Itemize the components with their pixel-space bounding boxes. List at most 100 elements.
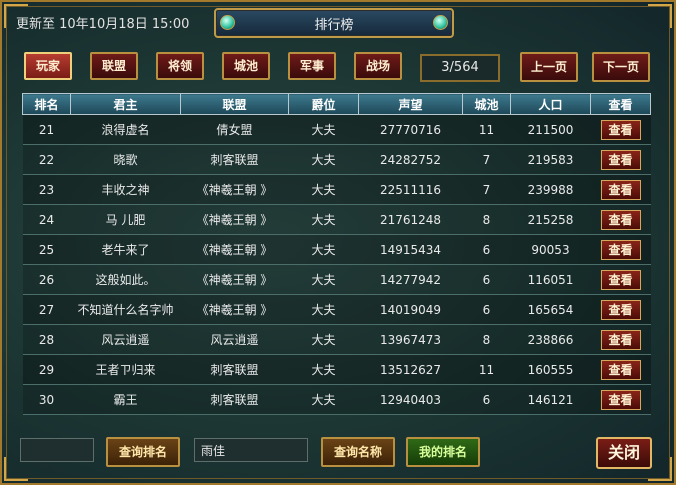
title-cell: 大夫 (288, 234, 359, 265)
jade-gem-icon (433, 15, 448, 30)
view-button[interactable]: 查看 (600, 329, 641, 350)
alliance-cell: 倩女盟 (180, 114, 289, 145)
table-row: 30 霸王 刺客联盟 大夫 12940403 6 146121 查看 (22, 384, 651, 415)
view-button[interactable]: 查看 (600, 179, 641, 200)
next-page-button[interactable]: 下一页 (592, 52, 650, 82)
title-cell: 大夫 (288, 384, 359, 415)
tab-generals[interactable]: 将领 (156, 52, 204, 80)
prestige-cell: 14277942 (358, 264, 463, 295)
prestige-cell: 24282752 (358, 144, 463, 175)
column-header-population: 人口 (510, 93, 591, 115)
rank-cell: 26 (22, 264, 71, 295)
view-cell: 查看 (590, 324, 651, 355)
update-time-label: 更新至 10年10月18日 15:00 (16, 17, 190, 32)
tab-battlefield[interactable]: 战场 (354, 52, 402, 80)
column-header-view: 查看 (590, 93, 651, 115)
table-row: 21 浪得虚名 倩女盟 大夫 27770716 11 211500 查看 (22, 114, 651, 145)
cities-cell: 7 (462, 174, 511, 205)
column-header-rank: 排名 (22, 93, 71, 115)
population-cell: 165654 (510, 294, 591, 325)
lord-cell: 王者ㄗ归来 (70, 354, 181, 385)
view-cell: 查看 (590, 354, 651, 385)
rank-cell: 29 (22, 354, 71, 385)
ranking-table: 排名 君主 联盟 爵位 声望 城池 人口 查看 21 浪得虚名 倩女盟 大夫 2… (22, 93, 651, 415)
alliance-cell: 《神羲王朝 》 (180, 174, 289, 205)
title-cell: 大夫 (288, 354, 359, 385)
title-cell: 大夫 (288, 324, 359, 355)
view-cell: 查看 (590, 144, 651, 175)
alliance-cell: 刺客联盟 (180, 384, 289, 415)
prestige-cell: 12940403 (358, 384, 463, 415)
alliance-cell: 刺客联盟 (180, 144, 289, 175)
view-button[interactable]: 查看 (600, 299, 641, 320)
prestige-cell: 14915434 (358, 234, 463, 265)
cities-cell: 7 (462, 144, 511, 175)
prev-page-button[interactable]: 上一页 (520, 52, 578, 82)
page-indicator: 3/564 (420, 54, 500, 82)
column-header-cities: 城池 (462, 93, 511, 115)
alliance-cell: 《神羲王朝 》 (180, 264, 289, 295)
tab-players[interactable]: 玩家 (24, 52, 72, 80)
rank-cell: 21 (22, 114, 71, 145)
title-cell: 大夫 (288, 144, 359, 175)
query-rank-button[interactable]: 查询排名 (106, 437, 180, 467)
lord-cell: 老牛来了 (70, 234, 181, 265)
lord-cell: 晓歌 (70, 144, 181, 175)
table-row: 23 丰收之神 《神羲王朝 》 大夫 22511116 7 239988 查看 (22, 174, 651, 205)
table-row: 28 风云逍遥 风云逍遥 大夫 13967473 8 238866 查看 (22, 324, 651, 355)
lord-cell: 霸王 (70, 384, 181, 415)
rank-search-input[interactable] (20, 438, 94, 462)
alliance-cell: 《神羲王朝 》 (180, 294, 289, 325)
lord-cell: 这般如此。 (70, 264, 181, 295)
tab-military[interactable]: 军事 (288, 52, 336, 80)
query-name-button[interactable]: 查询名称 (321, 437, 395, 467)
tab-alliances[interactable]: 联盟 (90, 52, 138, 80)
view-cell: 查看 (590, 204, 651, 235)
view-button[interactable]: 查看 (600, 149, 641, 170)
table-row: 26 这般如此。 《神羲王朝 》 大夫 14277942 6 116051 查看 (22, 264, 651, 295)
view-cell: 查看 (590, 264, 651, 295)
tab-cities[interactable]: 城池 (222, 52, 270, 80)
lord-cell: 丰收之神 (70, 174, 181, 205)
view-cell: 查看 (590, 234, 651, 265)
population-cell: 239988 (510, 174, 591, 205)
rank-cell: 27 (22, 294, 71, 325)
close-button[interactable]: 关闭 (596, 437, 652, 469)
title-cell: 大夫 (288, 174, 359, 205)
column-header-title: 爵位 (288, 93, 359, 115)
lord-cell: 不知道什么名字帅 (70, 294, 181, 325)
cities-cell: 11 (462, 354, 511, 385)
cities-cell: 6 (462, 264, 511, 295)
lord-cell: 风云逍遥 (70, 324, 181, 355)
corner-ornament (648, 4, 672, 28)
view-button[interactable]: 查看 (600, 119, 641, 140)
prestige-cell: 13512627 (358, 354, 463, 385)
alliance-cell: 风云逍遥 (180, 324, 289, 355)
view-button[interactable]: 查看 (600, 239, 641, 260)
my-rank-button[interactable]: 我的排名 (406, 437, 480, 467)
table-header-row: 排名 君主 联盟 爵位 声望 城池 人口 查看 (22, 93, 651, 115)
cities-cell: 6 (462, 234, 511, 265)
view-button[interactable]: 查看 (600, 359, 641, 380)
population-cell: 211500 (510, 114, 591, 145)
view-cell: 查看 (590, 114, 651, 145)
view-button[interactable]: 查看 (600, 389, 641, 410)
population-cell: 146121 (510, 384, 591, 415)
window-title: 排行榜 (314, 18, 354, 33)
view-cell: 查看 (590, 174, 651, 205)
population-cell: 160555 (510, 354, 591, 385)
population-cell: 90053 (510, 234, 591, 265)
alliance-cell: 刺客联盟 (180, 354, 289, 385)
prestige-cell: 14019049 (358, 294, 463, 325)
table-row: 25 老牛来了 《神羲王朝 》 大夫 14915434 6 90053 查看 (22, 234, 651, 265)
rank-cell: 28 (22, 324, 71, 355)
prestige-cell: 13967473 (358, 324, 463, 355)
view-button[interactable]: 查看 (600, 209, 641, 230)
name-search-input[interactable] (194, 438, 308, 462)
population-cell: 219583 (510, 144, 591, 175)
alliance-cell: 《神羲王朝 》 (180, 204, 289, 235)
cities-cell: 8 (462, 204, 511, 235)
rank-cell: 24 (22, 204, 71, 235)
view-button[interactable]: 查看 (600, 269, 641, 290)
column-header-lord: 君主 (70, 93, 181, 115)
